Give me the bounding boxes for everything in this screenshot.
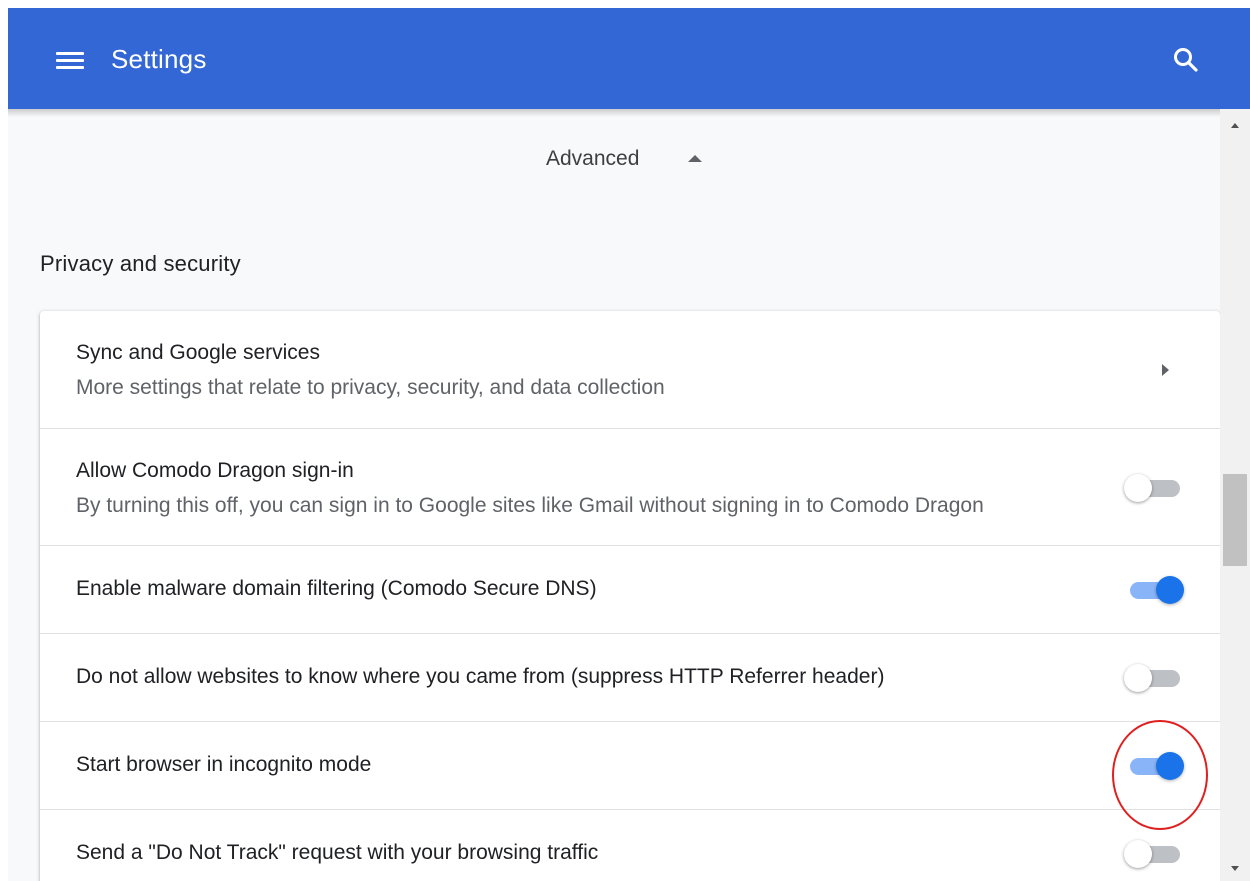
setting-label: Send a "Do Not Track" request with your … bbox=[76, 841, 599, 864]
setting-row-sync-google-services[interactable]: Sync and Google services More settings t… bbox=[40, 311, 1220, 428]
toggle-knob bbox=[1156, 752, 1184, 780]
toggle-knob bbox=[1124, 664, 1152, 692]
setting-row-do-not-track: Send a "Do Not Track" request with your … bbox=[40, 809, 1220, 881]
advanced-label: Advanced bbox=[546, 147, 640, 170]
setting-description: More settings that relate to privacy, se… bbox=[76, 376, 665, 399]
toggle-knob bbox=[1156, 576, 1184, 604]
caret-up-icon bbox=[688, 155, 702, 162]
settings-toolbar: Settings bbox=[8, 8, 1250, 109]
allow-sign-in-toggle[interactable] bbox=[1122, 471, 1184, 505]
do-not-track-toggle[interactable] bbox=[1122, 837, 1184, 871]
advanced-section-toggle[interactable]: Advanced bbox=[488, 138, 738, 182]
privacy-settings-card: Sync and Google services More settings t… bbox=[40, 311, 1220, 881]
setting-label: Enable malware domain filtering (Comodo … bbox=[76, 577, 597, 600]
chevron-right-icon[interactable] bbox=[1162, 364, 1169, 376]
scrollbar-thumb[interactable] bbox=[1223, 474, 1247, 566]
page-title: Settings bbox=[111, 44, 207, 74]
setting-row-allow-sign-in: Allow Comodo Dragon sign-in By turning t… bbox=[40, 428, 1220, 546]
setting-description: By turning this off, you can sign in to … bbox=[76, 494, 984, 517]
setting-row-incognito-start: Start browser in incognito mode bbox=[40, 721, 1220, 810]
settings-window: Settings Advanced Privacy and security S… bbox=[8, 8, 1250, 881]
setting-row-malware-filtering: Enable malware domain filtering (Comodo … bbox=[40, 545, 1220, 634]
toggle-knob bbox=[1124, 840, 1152, 868]
hamburger-menu-icon[interactable] bbox=[54, 48, 86, 72]
incognito-start-toggle[interactable] bbox=[1122, 749, 1184, 783]
setting-label: Do not allow websites to know where you … bbox=[76, 665, 885, 688]
search-icon[interactable] bbox=[1172, 46, 1200, 74]
toolbar-shadow bbox=[8, 109, 1250, 117]
suppress-referrer-toggle[interactable] bbox=[1122, 661, 1184, 695]
setting-label: Start browser in incognito mode bbox=[76, 753, 372, 776]
vertical-scrollbar[interactable] bbox=[1220, 109, 1250, 881]
setting-label: Sync and Google services bbox=[76, 341, 320, 364]
setting-label: Allow Comodo Dragon sign-in bbox=[76, 459, 354, 482]
setting-row-suppress-referrer: Do not allow websites to know where you … bbox=[40, 633, 1220, 722]
scroll-up-arrow-icon[interactable] bbox=[1228, 119, 1242, 133]
toggle-knob bbox=[1124, 474, 1152, 502]
section-title: Privacy and security bbox=[40, 251, 241, 276]
scroll-down-arrow-icon[interactable] bbox=[1228, 861, 1242, 875]
malware-filtering-toggle[interactable] bbox=[1122, 573, 1184, 607]
